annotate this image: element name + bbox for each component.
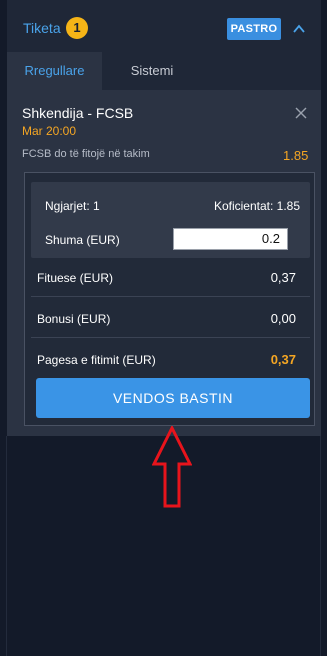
winnings-value: 0,37 — [270, 270, 296, 285]
summary-row-winnings: Fituese (EUR) 0,37 — [31, 259, 310, 297]
events-count: Ngjarjet: 1 — [45, 199, 100, 213]
summary-row-bonus: Bonusi (EUR) 0,00 — [31, 300, 310, 338]
summary-row-payout: Pagesa e fitimit (EUR) 0,37 — [31, 341, 310, 379]
bet-summary: Ngjarjet: 1 Koficientat: 1.85 Shuma (EUR… — [24, 172, 315, 426]
winnings-label: Fituese (EUR) — [37, 271, 114, 285]
divider-left — [6, 436, 7, 656]
red-arrow-up-icon — [152, 426, 192, 508]
match-name: Shkendija - FCSB — [22, 105, 134, 121]
tab-system[interactable]: Sistemi — [102, 52, 202, 90]
selection-count-badge: 1 — [66, 17, 88, 39]
selection-item: Shkendija - FCSB Mar 20:00 FCSB do të fi… — [7, 90, 321, 170]
tab-single[interactable]: Rregullare — [7, 52, 102, 90]
payout-label: Pagesa e fitimit (EUR) — [37, 353, 156, 367]
stake-box: Ngjarjet: 1 Koficientat: 1.85 Shuma (EUR… — [31, 182, 310, 258]
betslip-header: Tiketa 1 PASTRO — [7, 0, 321, 52]
place-bet-button[interactable]: VENDOS BASTIN — [36, 378, 310, 418]
betslip-tabs: Rregullare Sistemi — [7, 52, 321, 90]
bonus-value: 0,00 — [270, 311, 296, 326]
match-time: Mar 20:00 — [22, 124, 77, 138]
market-selection: FCSB do të fitojë në takim — [22, 148, 150, 160]
chevron-up-icon[interactable] — [291, 21, 307, 37]
stake-input[interactable]: 0.2 — [173, 228, 288, 250]
divider-right — [320, 436, 321, 656]
total-odds: Koficientat: 1.85 — [213, 199, 300, 213]
bonus-label: Bonusi (EUR) — [37, 312, 111, 326]
payout-value: 0,37 — [270, 352, 296, 367]
selection-odds: 1.85 — [283, 148, 309, 163]
close-icon[interactable] — [295, 107, 307, 119]
betslip-title[interactable]: Tiketa — [23, 20, 61, 36]
stake-label: Shuma (EUR) — [45, 233, 120, 247]
clear-button[interactable]: PASTRO — [227, 18, 281, 40]
betslip-panel: Tiketa 1 PASTRO Rregullare Sistemi Shken… — [7, 0, 321, 436]
